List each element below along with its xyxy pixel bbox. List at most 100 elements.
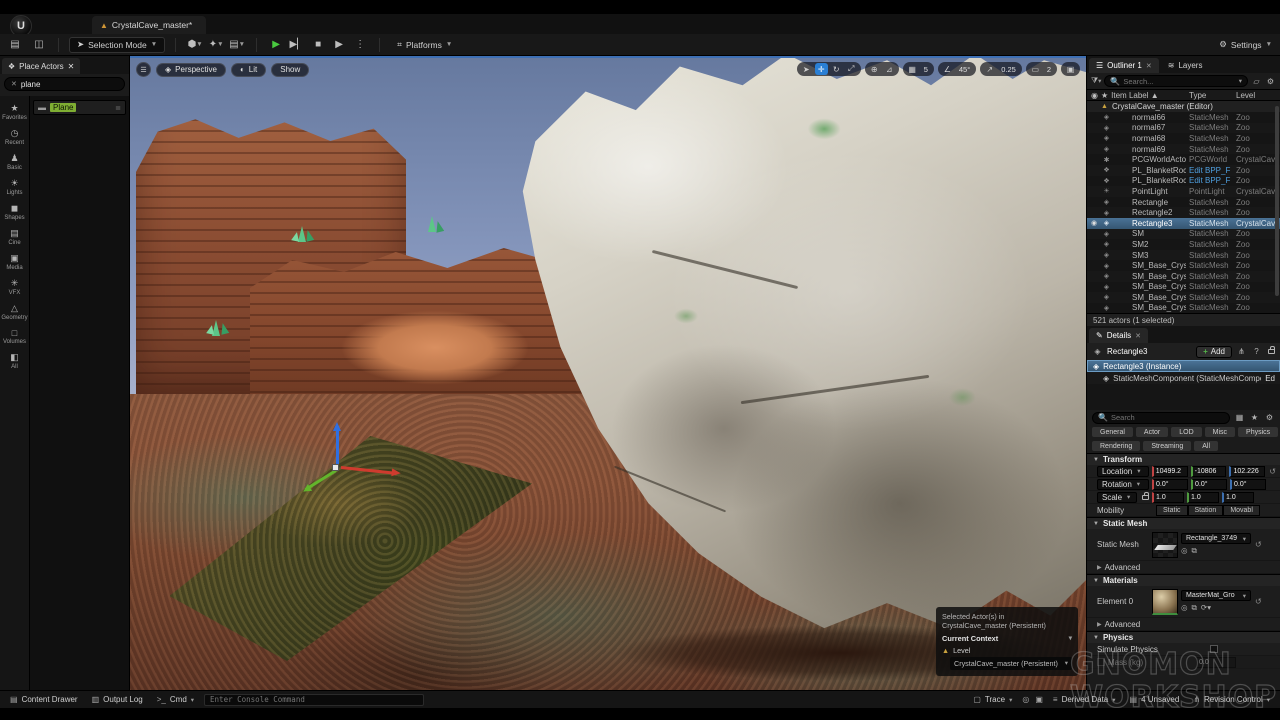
launch-button[interactable]: ▶ <box>330 37 348 53</box>
component-root-row[interactable]: ◈ Rectangle3 (Instance) <box>1087 360 1280 372</box>
gear-icon[interactable]: ⚙ <box>1265 77 1276 86</box>
chevron-down-icon[interactable]: ▾ <box>1239 77 1242 85</box>
outliner-row[interactable]: ◉ ✱ PCGWorldActor0 PCGWorld CrystalCav <box>1087 154 1280 165</box>
gizmo-z-axis-handle[interactable] <box>336 426 339 466</box>
angle-snap-value[interactable]: 45° <box>956 65 973 74</box>
unsaved-button[interactable]: ▤ 4 Unsaved <box>1126 693 1184 707</box>
blueprint-hierarchy-icon[interactable]: ⋔ <box>1236 347 1247 356</box>
add-actor-button[interactable]: ⬢▼ <box>186 37 204 53</box>
stop-button[interactable]: ■ <box>309 37 327 53</box>
selection-mode-dropdown[interactable]: ➤ Selection Mode ▼ <box>69 37 165 53</box>
content-browser-button[interactable]: ◫ <box>30 37 48 53</box>
outliner-row[interactable]: ◉ ◈ Rectangle3 StaticMesh CrystalCav <box>1087 218 1280 229</box>
right-panel-scrollbar[interactable] <box>1275 106 1279 296</box>
category-item[interactable]: ▣ Media <box>1 250 29 274</box>
outliner-row[interactable]: ◉ ◈ SM_Base_CrystalCh StaticMesh Zoo <box>1087 260 1280 271</box>
play-button[interactable]: ▶ <box>267 37 285 53</box>
mobility-button[interactable]: Static <box>1156 505 1188 516</box>
rotation-y-field[interactable]: 0.0° <box>1191 479 1227 490</box>
copy-icon[interactable]: ⧉ <box>1192 546 1197 556</box>
settings-dropdown[interactable]: ⚙ Settings ▼ <box>1219 39 1272 50</box>
scale-z-field[interactable]: 1.0 <box>1222 492 1254 503</box>
lit-mode-dropdown[interactable]: ◐ Lit <box>231 63 266 77</box>
material-options-icon[interactable]: ⟳▾ <box>1201 603 1211 613</box>
camera-speed-value[interactable]: 2 <box>1044 65 1054 74</box>
frame-skip-button[interactable]: ▶▏ <box>288 37 306 53</box>
transform-section-header[interactable]: ▼ Transform <box>1087 453 1280 465</box>
category-item[interactable]: ◷ Recent <box>1 125 29 149</box>
category-item[interactable]: ▤ Cine <box>1 225 29 249</box>
folder-icon[interactable]: ▱ <box>1251 77 1262 86</box>
mobility-button[interactable]: Station <box>1188 505 1224 516</box>
static-mesh-advanced-row[interactable]: ▶ Advanced <box>1087 561 1280 574</box>
reset-icon[interactable]: ↺ <box>1255 597 1262 606</box>
type-column[interactable]: Type <box>1189 91 1233 100</box>
filter-chip[interactable]: Streaming <box>1143 441 1191 451</box>
grid-view-icon[interactable]: ▦ <box>1234 413 1245 422</box>
outliner-search-input[interactable] <box>1123 77 1235 86</box>
rotation-z-field[interactable]: 0.0° <box>1230 479 1266 490</box>
outliner-row[interactable]: ◉ ◈ normal66 StaticMesh Zoo <box>1087 112 1280 123</box>
console-command-input[interactable] <box>210 695 418 704</box>
star-icon[interactable]: ★ <box>1249 413 1260 422</box>
scale-dropdown[interactable]: Scale▾ <box>1097 492 1137 503</box>
insights-icon[interactable]: ◎ <box>1022 695 1029 704</box>
move-tool-button[interactable]: ✛ <box>815 63 828 75</box>
tab-details[interactable]: ✎ Details ✕ <box>1089 328 1148 343</box>
filter-icon[interactable]: ⧩▾ <box>1091 76 1101 86</box>
details-search[interactable]: 🔍 <box>1092 412 1230 424</box>
world-local-toggle[interactable]: ⊕ <box>868 63 881 75</box>
viewport-options-menu[interactable]: ☰ <box>136 62 151 77</box>
outliner-row[interactable]: ◉ ◈ SM_Base_CrystalCh StaticMesh Zoo <box>1087 271 1280 282</box>
scale-x-field[interactable]: 1.0 <box>1152 492 1184 503</box>
outliner-row[interactable]: ◉ ◈ SM2 StaticMesh Zoo <box>1087 239 1280 250</box>
tab-outliner[interactable]: ☰ Outliner 1 ✕ <box>1089 58 1159 73</box>
location-dropdown[interactable]: Location▾ <box>1097 466 1149 477</box>
trace-dropdown[interactable]: ▢ Trace ▾ <box>969 693 1016 707</box>
filter-chip[interactable]: Physics <box>1238 427 1278 437</box>
clear-icon[interactable]: ✕ <box>11 80 17 88</box>
console-command-field[interactable] <box>204 694 424 706</box>
static-mesh-asset-dropdown[interactable]: Rectangle_3749▾ <box>1181 533 1251 544</box>
scale-lock-icon[interactable] <box>1142 495 1149 500</box>
save-button[interactable]: ▤ <box>6 37 24 53</box>
rotation-x-field[interactable]: 0.0° <box>1152 479 1188 490</box>
help-icon[interactable]: ? <box>1251 347 1262 356</box>
actor-result-plane[interactable]: ▬ Plane ≣ <box>33 100 126 115</box>
level-viewport[interactable]: ☰ ◈ Perspective ◐ Lit Show ➤ ✛ ↻ ⤢ ⊕ ⊿ <box>130 56 1086 690</box>
outliner-search[interactable]: 🔍 ▾ <box>1104 75 1248 87</box>
filter-chip[interactable]: Actor <box>1136 427 1168 437</box>
lock-icon[interactable] <box>1268 349 1275 354</box>
gizmo-origin-handle[interactable] <box>332 464 339 471</box>
filter-chip[interactable]: General <box>1092 427 1133 437</box>
outliner-row[interactable]: ◉ ◈ SM_Base_CrystalCh StaticMesh Zoo <box>1087 292 1280 303</box>
blueprints-button[interactable]: ✦▼ <box>207 37 225 53</box>
category-item[interactable]: ◧ All <box>1 349 29 373</box>
show-flags-dropdown[interactable]: Show <box>271 63 309 77</box>
select-tool-button[interactable]: ➤ <box>800 63 813 75</box>
location-x-field[interactable]: 10499.2 <box>1152 466 1188 477</box>
gizmo-x-axis-handle[interactable] <box>341 466 397 475</box>
scale-tool-button[interactable]: ⤢ <box>845 63 858 75</box>
camera-speed-control[interactable]: ▭ 2 <box>1026 62 1057 76</box>
rotate-tool-button[interactable]: ↻ <box>830 63 843 75</box>
place-actors-search[interactable]: ✕ <box>4 77 125 91</box>
outliner-row[interactable]: ◉ ◈ normal68 StaticMesh Zoo <box>1087 133 1280 144</box>
scale-y-field[interactable]: 1.0 <box>1187 492 1219 503</box>
outliner-row[interactable]: ◉ ◈ SM3 StaticMesh Zoo <box>1087 250 1280 261</box>
gear-icon[interactable]: ⚙ <box>1264 413 1275 422</box>
category-item[interactable]: □ Volumes <box>1 325 29 348</box>
static-mesh-section-header[interactable]: ▼ Static Mesh <box>1087 517 1280 529</box>
filter-chip[interactable]: All <box>1194 441 1218 451</box>
screenshot-icon[interactable]: ▣ <box>1035 695 1043 704</box>
location-z-field[interactable]: 102.226 <box>1229 466 1265 477</box>
mobility-button[interactable]: Movabl <box>1223 505 1260 516</box>
category-item[interactable]: ♟ Basic <box>1 150 29 174</box>
grid-snap-control[interactable]: ▦ 5 <box>903 62 934 76</box>
outliner-row[interactable]: ◉ ◈ SM StaticMesh Zoo <box>1087 229 1280 240</box>
close-icon[interactable]: ✕ <box>1146 62 1152 70</box>
scale-snap-control[interactable]: ↗ 0.25 <box>980 62 1022 76</box>
outliner-row[interactable]: ◉ ❖ PL_BlanketRock_E Edit BPP_F Zoo <box>1087 165 1280 176</box>
level-tab[interactable]: ▲ CrystalCave_master* <box>92 16 206 34</box>
rotation-dropdown[interactable]: Rotation▾ <box>1097 479 1149 490</box>
